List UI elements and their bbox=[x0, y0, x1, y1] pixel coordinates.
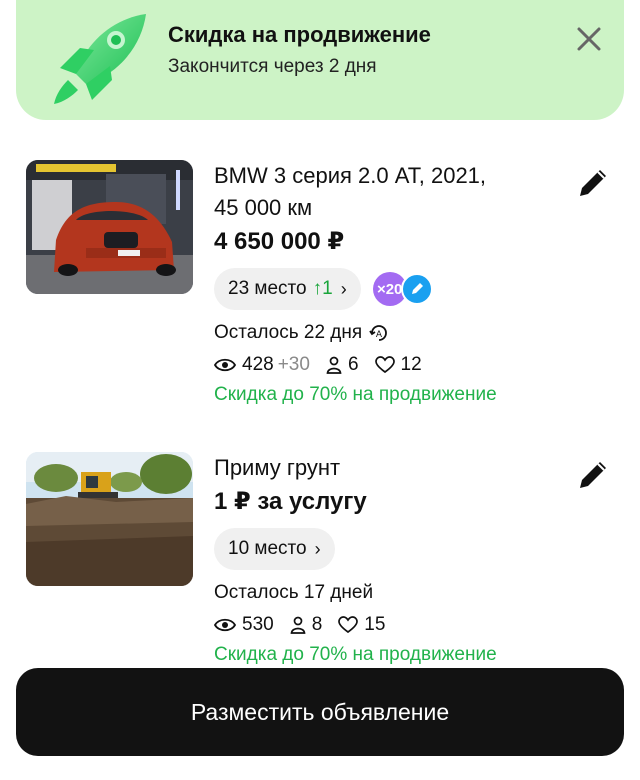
chevron-right-icon: › bbox=[340, 278, 347, 299]
listing-photo[interactable] bbox=[26, 160, 193, 294]
bottom-spacer bbox=[0, 756, 640, 780]
chevron-right-icon: › bbox=[314, 538, 321, 559]
listing-stats: 530 8 15 bbox=[214, 614, 554, 636]
svg-text:A: A bbox=[376, 330, 383, 340]
listing-price: 4 650 000 ₽ bbox=[214, 228, 345, 255]
listing-price: 1 ₽ за услугу bbox=[214, 488, 367, 515]
favorites-count: 12 bbox=[400, 354, 422, 375]
views-delta: +30 bbox=[277, 354, 310, 375]
remaining-time: Осталось 17 дней bbox=[214, 582, 374, 603]
promo-subtitle: Закончится через 2 дня bbox=[168, 56, 377, 77]
rank-pill[interactable]: 10 место › bbox=[214, 528, 335, 570]
pencil-icon[interactable] bbox=[574, 164, 612, 202]
person-icon bbox=[290, 616, 306, 634]
rank-label: 10 место bbox=[228, 538, 307, 559]
listing-title: BMW 3 серия 2.0 AT, 2021, bbox=[214, 163, 487, 188]
auto-renew-icon: A bbox=[369, 325, 388, 341]
contacts-count: 6 bbox=[347, 354, 359, 375]
views-count: 530 bbox=[242, 614, 274, 635]
rank-label: 23 место bbox=[228, 278, 307, 299]
listing-photo[interactable] bbox=[26, 452, 193, 586]
favorites-count: 15 bbox=[364, 614, 386, 635]
eye-icon bbox=[214, 618, 236, 632]
listing-card[interactable]: BMW 3 серия 2.0 AT, 2021, 45 000 км 4 65… bbox=[26, 160, 626, 430]
close-icon[interactable] bbox=[574, 24, 604, 54]
boost-badges[interactable]: ×20 bbox=[372, 272, 439, 306]
views-count: 428 bbox=[242, 354, 274, 375]
eye-icon bbox=[214, 358, 236, 372]
contacts-count: 8 bbox=[311, 614, 323, 635]
person-icon bbox=[326, 356, 342, 374]
rank-pill[interactable]: 23 место ↑1 › bbox=[214, 268, 361, 310]
listing-card[interactable]: Приму грунт 1 ₽ за услугу 10 место › Ост… bbox=[26, 452, 626, 682]
post-listing-button[interactable]: Разместить объявление bbox=[16, 668, 624, 756]
promo-discount-link[interactable]: Скидка до 70% на продвижение bbox=[214, 644, 554, 666]
promo-banner[interactable]: Скидка на продвижение Закончится через 2… bbox=[16, 0, 624, 120]
pencil-badge-icon bbox=[400, 273, 433, 305]
listing-title: Приму грунт bbox=[214, 455, 341, 480]
promo-discount-link[interactable]: Скидка до 70% на продвижение bbox=[214, 384, 554, 406]
heart-icon bbox=[338, 616, 359, 634]
listing-title-line2: 45 000 км bbox=[214, 195, 313, 220]
remaining-time: Осталось 22 дня bbox=[214, 322, 363, 343]
promo-title: Скидка на продвижение bbox=[168, 22, 431, 47]
listing-stats: 428 +30 6 12 bbox=[214, 354, 554, 376]
rank-change: ↑1 bbox=[312, 278, 333, 299]
pencil-icon[interactable] bbox=[574, 456, 612, 494]
rocket-icon bbox=[54, 14, 146, 104]
heart-icon bbox=[374, 356, 395, 374]
